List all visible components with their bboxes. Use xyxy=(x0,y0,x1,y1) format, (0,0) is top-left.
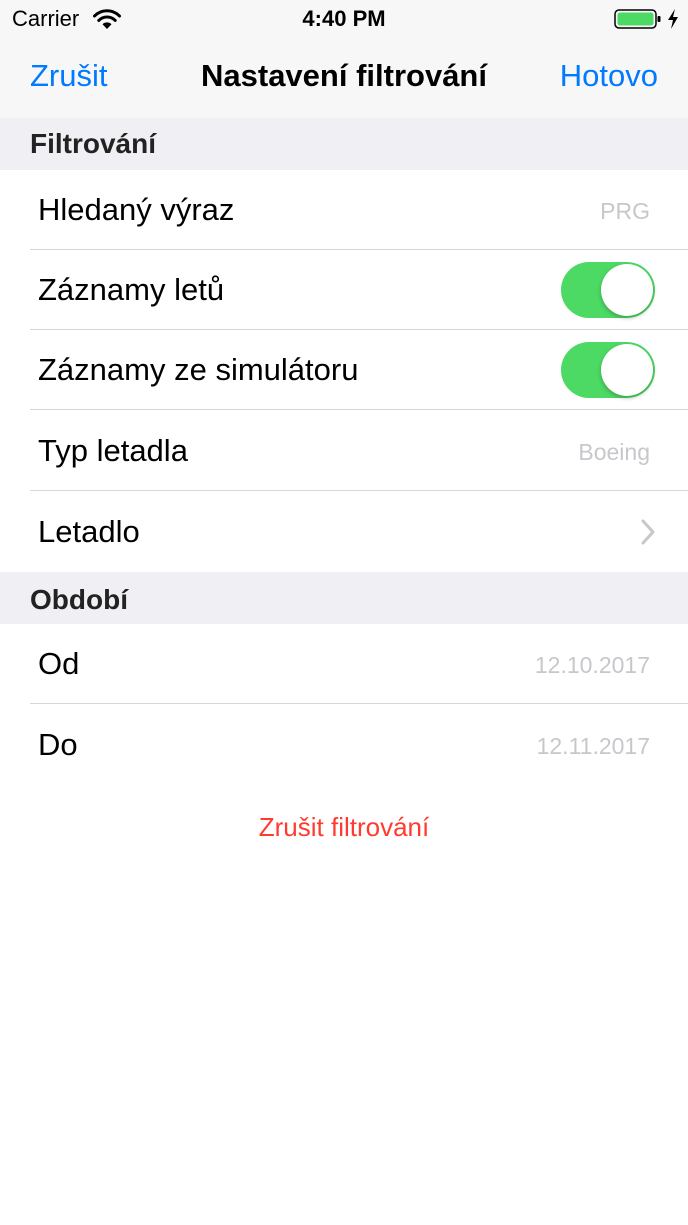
simulator-records-label: Záznamy ze simulátoru xyxy=(38,352,359,387)
aircraft-row[interactable]: Letadlo xyxy=(0,492,688,572)
date-from-row[interactable]: Od 12.10.2017 xyxy=(0,624,688,704)
row-divider xyxy=(30,703,688,704)
status-time: 4:40 PM xyxy=(302,6,386,31)
row-divider xyxy=(30,490,688,491)
aircraft-type-label: Typ letadla xyxy=(38,433,188,468)
flight-records-row: Záznamy letů xyxy=(0,250,688,330)
date-to-label: Do xyxy=(38,727,78,762)
date-to-value[interactable]: 12.11.2017 xyxy=(537,733,650,760)
row-divider xyxy=(30,409,688,410)
flight-records-label: Záznamy letů xyxy=(38,272,225,307)
date-from-value[interactable]: 12.10.2017 xyxy=(535,652,650,679)
simulator-records-toggle[interactable] xyxy=(561,342,655,398)
flight-records-toggle[interactable] xyxy=(561,262,655,318)
search-term-label: Hledaný výraz xyxy=(38,192,235,227)
top-bar: Carrier 4:40 PM Zrušit Nastavení filtrov… xyxy=(0,0,688,118)
aircraft-type-row[interactable]: Typ letadla Boeing xyxy=(0,411,688,491)
battery-icon xyxy=(614,9,661,29)
section-header-period: Období xyxy=(0,572,688,624)
reset-filter-button[interactable]: Zrušit filtrování xyxy=(0,812,688,843)
section-title-period: Období xyxy=(30,584,128,615)
aircraft-type-value[interactable]: Boeing xyxy=(578,439,650,466)
date-from-label: Od xyxy=(38,646,80,681)
simulator-records-row: Záznamy ze simulátoru xyxy=(0,330,688,410)
search-term-value[interactable]: PRG xyxy=(600,198,650,225)
charging-bolt-icon xyxy=(668,9,678,29)
toggle-knob xyxy=(601,344,653,396)
date-to-row[interactable]: Do 12.11.2017 xyxy=(0,705,688,785)
section-header-filtering: Filtrování xyxy=(0,118,688,170)
chevron-right-icon xyxy=(641,519,655,545)
toggle-knob xyxy=(601,264,653,316)
section-title-filtering: Filtrování xyxy=(30,128,157,159)
aircraft-label: Letadlo xyxy=(38,514,140,549)
done-button[interactable]: Hotovo xyxy=(560,58,658,94)
search-term-row[interactable]: Hledaný výraz PRG xyxy=(0,170,688,250)
status-bar: Carrier 4:40 PM xyxy=(0,0,688,40)
